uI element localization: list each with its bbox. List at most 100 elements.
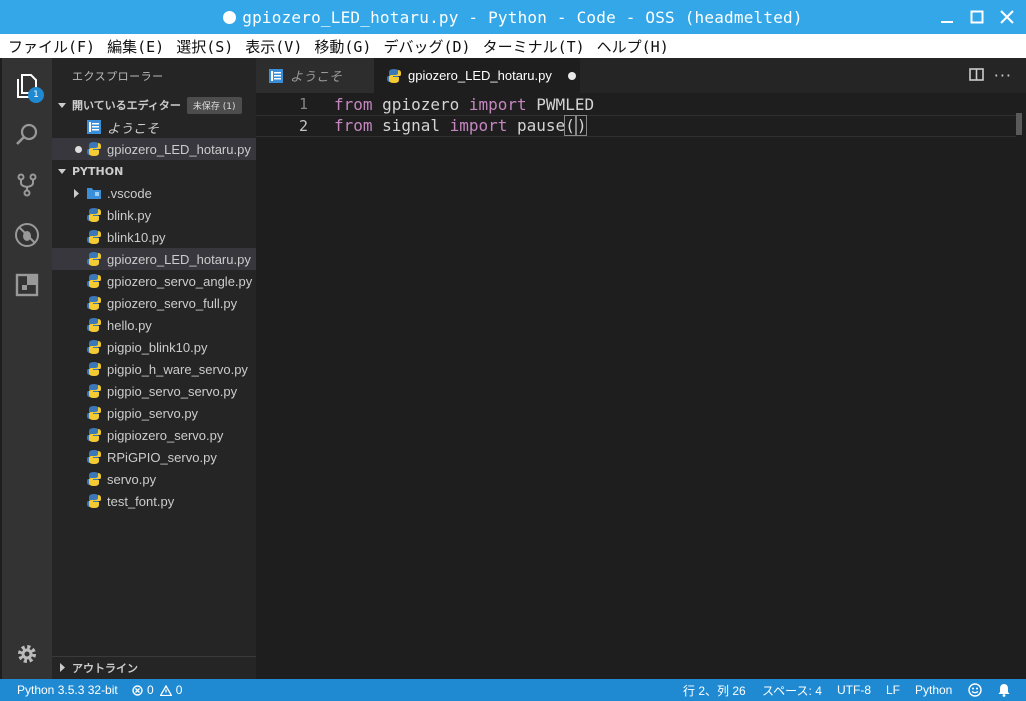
error-count: 0: [147, 683, 154, 697]
file-item[interactable]: pigpio_h_ware_servo.py: [52, 358, 256, 380]
sidebar-title: エクスプローラー: [72, 70, 164, 83]
folder-item-vscode[interactable]: .vscode: [52, 182, 256, 204]
menu-file[interactable]: ファイル(F): [8, 36, 95, 57]
settings-activity[interactable]: [2, 629, 52, 679]
file-item[interactable]: gpiozero_servo_full.py: [52, 292, 256, 314]
unsaved-badge: 未保存 (1): [186, 96, 242, 114]
file-label: pigpio_h_ware_servo.py: [107, 361, 248, 377]
python-file-icon: [86, 229, 102, 245]
encoding[interactable]: UTF-8: [837, 679, 871, 701]
more-actions-icon[interactable]: ···: [994, 66, 1012, 85]
python-file-icon: [86, 449, 102, 465]
open-editors-label: 開いているエディター: [72, 99, 181, 112]
chevron-down-icon: [52, 167, 72, 175]
menu-view[interactable]: 表示(V): [245, 36, 302, 57]
menu-go[interactable]: 移動(G): [314, 36, 371, 57]
end-of-line[interactable]: LF: [886, 679, 900, 701]
file-item[interactable]: hello.py: [52, 314, 256, 336]
code-text: from gpiozero import PWMLED: [334, 94, 595, 114]
file-label: pigpiozero_servo.py: [107, 427, 224, 443]
search-icon: [16, 123, 38, 145]
chevron-down-icon: [52, 101, 72, 109]
code-line: 1 from gpiozero import PWMLED: [256, 93, 1016, 115]
file-item[interactable]: servo.py: [52, 468, 256, 490]
python-folder-label: PYTHON: [72, 164, 124, 178]
file-item[interactable]: gpiozero_servo_angle.py: [52, 270, 256, 292]
open-editors-header[interactable]: 開いているエディター 未保存 (1): [52, 94, 256, 116]
file-label: servo.py: [107, 471, 157, 487]
python-file-icon: [86, 207, 102, 223]
extensions-icon: [15, 273, 39, 297]
menu-terminal[interactable]: ターミナル(T): [483, 36, 585, 57]
warning-icon: [159, 684, 172, 696]
file-item[interactable]: blink10.py: [52, 226, 256, 248]
cursor-position[interactable]: 行 2、列 26: [683, 679, 746, 701]
problems-indicator[interactable]: 0 0: [132, 679, 182, 701]
python-file-icon: [86, 493, 102, 509]
python-file-icon: [86, 317, 102, 333]
file-label: pigpio_blink10.py: [107, 339, 208, 355]
file-label: pigpio_servo.py: [107, 405, 199, 421]
python-file-icon: [86, 295, 102, 311]
matching-bracket: ): [575, 115, 588, 137]
file-item[interactable]: RPiGPIO_servo.py: [52, 446, 256, 468]
tab-welcome[interactable]: ようこそ: [256, 58, 374, 93]
file-label: gpiozero_LED_hotaru.py: [107, 251, 251, 267]
python-file-icon: [86, 405, 102, 421]
explorer-activity[interactable]: 1: [2, 60, 52, 110]
split-editor-icon[interactable]: [969, 68, 984, 85]
python-file-icon: [86, 251, 102, 267]
extensions-activity[interactable]: [2, 260, 52, 310]
menu-edit[interactable]: 編集(E): [107, 36, 164, 57]
outline-label: アウトライン: [72, 661, 138, 675]
file-item[interactable]: pigpio_servo.py: [52, 402, 256, 424]
code-editor[interactable]: 1 from gpiozero import PWMLED 2 from sig…: [256, 93, 1026, 679]
menu-debug[interactable]: デバッグ(D): [383, 36, 470, 57]
file-item[interactable]: pigpio_servo_servo.py: [52, 380, 256, 402]
maximize-icon: [970, 10, 984, 24]
python-file-icon: [86, 141, 102, 157]
menu-help[interactable]: ヘルプ(H): [597, 36, 669, 57]
gear-icon: [18, 645, 36, 663]
feedback-smiley-icon[interactable]: [968, 679, 982, 701]
python-file-icon: [86, 339, 102, 355]
python-file-icon: [386, 68, 402, 84]
indentation[interactable]: スペース: 4: [762, 679, 822, 701]
chevron-right-icon: [74, 188, 79, 198]
file-item[interactable]: pigpio_blink10.py: [52, 336, 256, 358]
file-item[interactable]: test_font.py: [52, 490, 256, 512]
tab-hotaru[interactable]: gpiozero_LED_hotaru.py: [374, 58, 580, 93]
close-icon: [1000, 10, 1014, 24]
tab-label: ようこそ: [290, 69, 343, 84]
file-label: gpiozero_servo_full.py: [107, 295, 238, 311]
activity-bar: 1: [2, 58, 52, 679]
python-folder-header[interactable]: PYTHON: [52, 160, 256, 182]
scrollbar[interactable]: [1016, 113, 1022, 135]
source-control-activity[interactable]: [2, 160, 52, 210]
file-label: blink.py: [107, 207, 152, 223]
minimize-button[interactable]: [936, 6, 958, 28]
file-item[interactable]: pigpiozero_servo.py: [52, 424, 256, 446]
unsaved-dot-icon: [223, 10, 237, 24]
file-item[interactable]: blink.py: [52, 204, 256, 226]
python-interpreter[interactable]: Python 3.5.3 32-bit: [17, 679, 118, 701]
python-file-icon: [86, 471, 102, 487]
open-editor-item-hotaru[interactable]: gpiozero_LED_hotaru.py: [52, 138, 256, 160]
file-item-selected[interactable]: gpiozero_LED_hotaru.py: [52, 248, 256, 270]
open-editor-item-welcome[interactable]: ようこそ: [52, 116, 256, 138]
language-mode[interactable]: Python: [915, 679, 952, 701]
warning-count: 0: [175, 683, 183, 697]
open-editor-label: ようこそ: [107, 120, 160, 136]
outline-header[interactable]: アウトライン: [52, 656, 256, 678]
maximize-button[interactable]: [966, 6, 988, 28]
menu-selection[interactable]: 選択(S): [176, 36, 233, 57]
window-title: gpiozero_LED_hotaru.py - Python - Code -…: [242, 7, 803, 27]
unsaved-dot-icon[interactable]: [567, 71, 576, 80]
search-activity[interactable]: [2, 110, 52, 160]
line-number: 1: [298, 95, 308, 113]
open-editor-label: gpiozero_LED_hotaru.py: [107, 141, 251, 157]
bell-icon[interactable]: [998, 679, 1010, 701]
python-file-icon: [86, 361, 102, 377]
close-button[interactable]: [996, 6, 1018, 28]
debug-activity[interactable]: [2, 210, 52, 260]
